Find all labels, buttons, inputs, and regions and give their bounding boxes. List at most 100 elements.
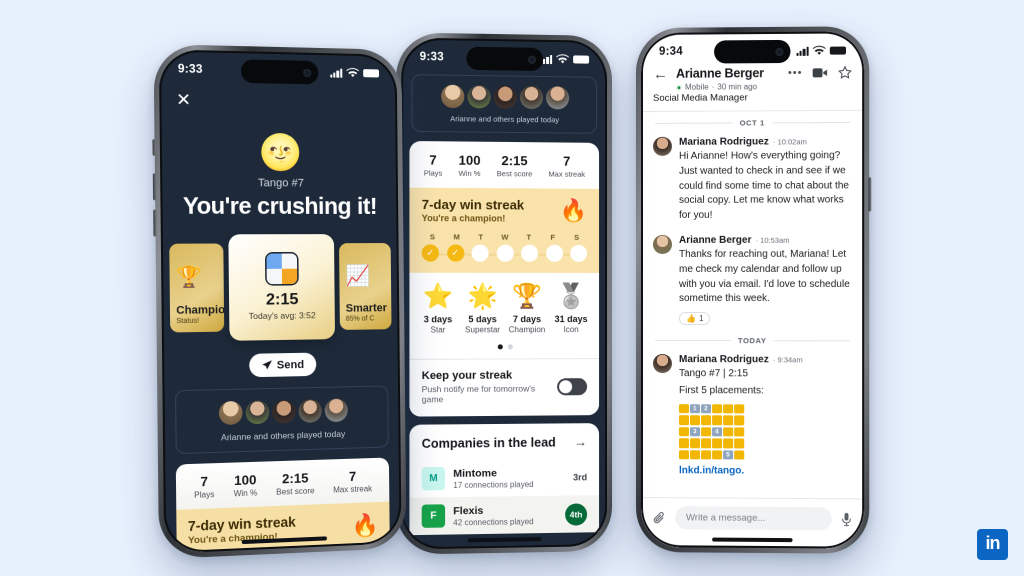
close-icon[interactable]: ✕ [176, 90, 191, 110]
message-line-2: First 5 placements: [678, 385, 764, 397]
tango-grid-cell-marked: 1 [690, 403, 700, 414]
push-notify-toggle[interactable] [557, 377, 588, 395]
tango-grid-cell [678, 403, 689, 414]
avatar[interactable] [652, 354, 672, 374]
pager-dot[interactable] [507, 344, 513, 350]
volume-up-button[interactable] [152, 173, 157, 201]
message-sender[interactable]: Mariana Rodriguez [679, 354, 769, 365]
badge-star[interactable]: ⭐ 3 days Star [416, 282, 461, 335]
rank-label: 3rd [573, 471, 588, 482]
carousel-pager[interactable] [409, 340, 600, 359]
reaction-chip[interactable]: 👍 1 [678, 312, 711, 326]
volume-down-button[interactable] [153, 209, 157, 237]
back-arrow-icon[interactable]: ← [653, 66, 668, 84]
contact-name[interactable]: Arianne Berger [676, 66, 764, 81]
stat-label: Max streak [333, 484, 373, 495]
badge-champion[interactable]: 🏆 7 days Champion [505, 283, 549, 334]
stat-value: 7 [200, 473, 208, 490]
status-icons [329, 67, 380, 78]
power-button[interactable] [868, 177, 872, 212]
more-horizontal-icon[interactable]: ••• [788, 67, 803, 79]
stat-value: 100 [458, 152, 481, 168]
badge-days: 31 days [554, 314, 588, 325]
badge-superstar[interactable]: 🌟 5 days Superstar [460, 283, 505, 334]
friends-played-card[interactable]: Arianne and others played today [411, 74, 598, 134]
friends-played-card[interactable]: Arianne and others played today [175, 385, 389, 455]
avatar [440, 84, 464, 109]
day-dot-empty [496, 244, 514, 262]
linkedin-logo: in [977, 529, 1008, 560]
star-outline-icon[interactable] [838, 66, 852, 80]
tango-grid-cell-marked: 2 [701, 403, 711, 414]
leaderboard-header[interactable]: Companies in the lead → [409, 423, 599, 460]
online-status-icon [675, 84, 682, 91]
company-connections: 17 connections played [453, 479, 534, 490]
stats-row-2: 7 Plays 100 Win % 2:15 Best score 7 Max … [409, 141, 599, 189]
date-separator: TODAY [641, 326, 864, 349]
day-dot-empty [520, 244, 539, 262]
star-icon: ⭐ [422, 282, 454, 311]
phone-device-2: 9:33 Arianne and others played today 7 P… [394, 32, 612, 555]
tango-grid-cell [723, 415, 733, 426]
message-input[interactable]: Write a message... [674, 506, 832, 531]
day-label: M [453, 232, 460, 242]
avatar [271, 399, 296, 424]
mute-switch[interactable] [152, 139, 156, 156]
card-champion[interactable]: 🏆 Champion Status! [169, 243, 225, 333]
phone-1-screen: 9:33 ✕ 🌝 Tango #7 You're crushing it! � [158, 49, 402, 554]
paperclip-icon[interactable] [653, 511, 666, 525]
message-time: · 10:53am [755, 235, 790, 245]
phone-2-screen: 9:33 Arianne and others played today 7 P… [401, 37, 608, 550]
tango-grid-cell-marked: 3 [690, 426, 700, 437]
badge-days: 3 days [423, 314, 453, 325]
result-card-carousel[interactable]: 🏆 Champion Status! 2:15 Today's avg: 3:5… [161, 232, 400, 344]
streak-banner-2: 7-day win streak You're a champion! 🔥 S … [409, 187, 600, 273]
tango-grid-cell [734, 450, 744, 460]
tango-grid-cell [701, 450, 711, 460]
badge-icon[interactable]: 🏅 31 days Icon [549, 282, 593, 334]
battery-icon [573, 55, 590, 64]
arrow-right-icon[interactable]: → [574, 434, 587, 449]
avatar[interactable] [652, 136, 672, 156]
day-label: F [550, 232, 556, 242]
message-link[interactable]: lnkd.in/tango. [679, 465, 803, 477]
message-input-placeholder: Write a message... [686, 512, 766, 524]
medal-icon: 🏅 [556, 282, 587, 311]
stat-max-streak: 7 Max streak [333, 468, 372, 495]
friends-caption: Arianne and others played today [450, 114, 560, 125]
message-time: · 10:02am [772, 137, 807, 147]
avatar[interactable] [652, 234, 672, 254]
tango-grid-cell [690, 415, 700, 426]
message-line-1: Tango #7 | 2:15 [678, 368, 748, 380]
flame-icon: 🔥 [351, 511, 379, 538]
streak-banner-1[interactable]: 7-day win streak You're a champion! 🔥 [176, 501, 390, 554]
home-indicator[interactable] [467, 537, 542, 543]
pager-dot-active[interactable] [497, 344, 503, 350]
home-indicator[interactable] [712, 537, 793, 543]
leaderboard-row[interactable]: F Flexis 42 connections played 4th [409, 495, 600, 536]
stat-win-pct: 100 Win % [459, 153, 481, 178]
tango-grid-row: 5 [678, 449, 803, 460]
leaderboard-row[interactable]: M Mintome 17 connections played 3rd [409, 458, 599, 498]
day-label: S [574, 232, 580, 242]
card-smarter[interactable]: 📈 Smarter 85% of C [339, 243, 392, 330]
card-subtitle: 85% of C [345, 315, 375, 323]
wifi-icon [812, 45, 826, 55]
message-sender[interactable]: Arianne Berger [679, 235, 751, 246]
keep-streak-row[interactable]: Keep your streak Push notify me for tomo… [409, 358, 600, 417]
card-subtitle: Status! [176, 317, 200, 326]
stat-best-score: 2:15 Best score [497, 153, 533, 178]
microphone-icon[interactable] [841, 512, 852, 526]
stat-value: 7 [348, 468, 357, 484]
send-button[interactable]: Send [249, 352, 317, 378]
dynamic-island [466, 46, 544, 71]
presence-label: Mobile [685, 82, 709, 92]
message-sender[interactable]: Mariana Rodriguez [679, 136, 769, 147]
video-camera-icon[interactable] [812, 67, 828, 79]
date-label: TODAY [737, 336, 767, 346]
status-time: 9:34 [658, 45, 683, 58]
stat-value: 2:15 [282, 470, 309, 487]
moon-emoji-icon: 🌝 [258, 133, 303, 173]
chart-increasing-icon: 📈 [345, 265, 371, 288]
card-todays-time[interactable]: 2:15 Today's avg: 3:52 [228, 234, 336, 341]
